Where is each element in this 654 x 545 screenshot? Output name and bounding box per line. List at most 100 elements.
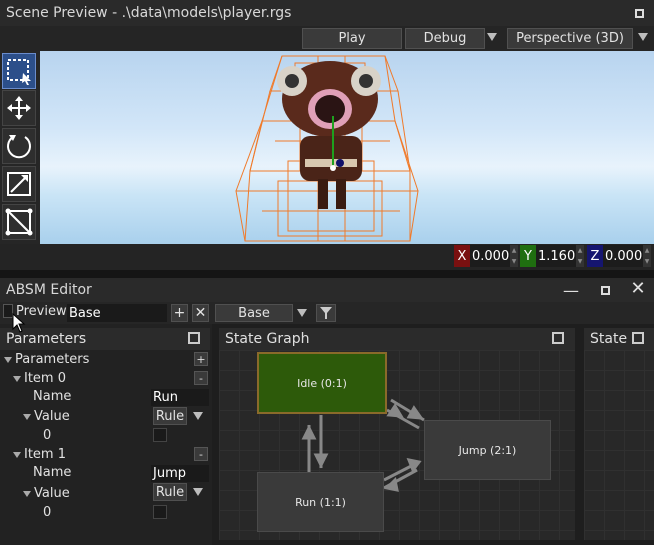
filter-icon <box>320 307 332 319</box>
absm-titlebar: ABSM Editor <box>0 278 654 302</box>
preview-model-field[interactable]: Base <box>67 304 167 322</box>
character-model <box>235 55 419 242</box>
coord-z: Z 0.000 ▲ ▼ <box>587 245 651 267</box>
item-1-value: 0 <box>43 505 52 520</box>
item-1-value-checkbox[interactable] <box>153 505 167 519</box>
select-tool-button[interactable] <box>2 53 36 89</box>
item-1-type-label: Rule <box>155 484 185 500</box>
select-icon <box>7 59 31 85</box>
minimize-button[interactable]: — <box>562 280 580 300</box>
item-0-type-dropdown[interactable] <box>193 412 203 420</box>
scene-preview-title: Scene Preview - .\data\models\player.rgs <box>6 5 292 21</box>
chevron-down-icon <box>193 488 203 496</box>
state-node-run[interactable]: Run (1:1) <box>257 472 384 532</box>
item-1-value-label: Value <box>34 486 70 501</box>
item-0-type-select[interactable]: Rule <box>153 407 187 425</box>
filter-button[interactable] <box>316 304 336 322</box>
state-graph-title: State Graph <box>225 331 310 347</box>
y-spinner[interactable]: ▲ ▼ <box>576 245 584 267</box>
state-panel-canvas[interactable] <box>584 350 654 540</box>
layer-select[interactable]: Base <box>215 304 293 322</box>
item-0-name-field[interactable]: Run <box>151 389 209 406</box>
item-0-label: Item 0 <box>24 371 66 386</box>
camera-mode-select[interactable]: Perspective (3D) <box>507 28 633 49</box>
parameters-panel-title: Parameters <box>6 331 87 347</box>
item-1-type-dropdown[interactable] <box>193 488 203 496</box>
play-button[interactable]: Play <box>302 28 402 49</box>
item-0-value-label: Value <box>34 409 70 424</box>
panel-dock-icon[interactable] <box>552 332 564 344</box>
layer-dropdown[interactable] <box>297 309 307 317</box>
state-node-jump-label: Jump (2:1) <box>458 443 517 457</box>
state-node-idle[interactable]: Idle (0:1) <box>257 352 387 414</box>
chevron-down-icon <box>193 412 203 420</box>
minus-icon: - <box>199 371 203 385</box>
x-axis-label: X <box>454 245 470 267</box>
z-axis-label: Z <box>587 245 603 267</box>
debug-button[interactable]: Debug <box>405 28 485 49</box>
panel-dock-icon[interactable] <box>632 332 644 344</box>
play-label: Play <box>338 31 366 46</box>
item-0-name-label: Name <box>33 389 72 404</box>
minimize-icon: — <box>563 280 579 300</box>
mouse-cursor-icon <box>12 313 26 333</box>
layer-select-label: Base <box>238 305 270 321</box>
remove-item-1-button[interactable]: - <box>194 447 208 461</box>
state-node-run-label: Run (1:1) <box>295 495 346 509</box>
y-value-field[interactable]: 1.160 <box>536 245 576 267</box>
rotate-tool-button[interactable] <box>2 128 36 164</box>
move-tool-button[interactable] <box>2 90 36 126</box>
item-0-type-label: Rule <box>155 408 185 424</box>
chevron-down-icon <box>487 33 497 41</box>
maximize-button[interactable] <box>630 4 648 22</box>
maximize-absm-button[interactable] <box>596 281 614 299</box>
camera-mode-label: Perspective (3D) <box>516 31 624 46</box>
state-graph-canvas[interactable]: Idle (0:1) Run (1:1) Jump (2:1) <box>219 350 575 540</box>
debug-label: Debug <box>423 31 467 46</box>
chevron-down-icon <box>297 309 307 317</box>
add-layer-button[interactable]: + <box>171 304 188 322</box>
x-value-field[interactable]: 0.000 <box>470 245 510 267</box>
parameters-panel-header: Parameters <box>0 328 210 350</box>
z-spinner[interactable]: ▲ ▼ <box>643 245 651 267</box>
state-graph-header: State Graph <box>219 328 575 350</box>
add-parameter-button[interactable]: + <box>194 352 208 366</box>
coord-x: X 0.000 ▲ ▼ <box>454 245 518 267</box>
scene-viewport[interactable] <box>0 51 654 244</box>
item-0-value: 0 <box>43 428 52 443</box>
coord-y: Y 1.160 ▲ ▼ <box>520 245 584 267</box>
minus-icon: - <box>199 447 203 461</box>
state-node-jump[interactable]: Jump (2:1) <box>424 420 551 480</box>
parameter-item-0[interactable]: Item 0 <box>13 371 66 386</box>
remove-item-0-button[interactable]: - <box>194 371 208 385</box>
debug-dropdown-button[interactable] <box>487 33 497 41</box>
scene-preview-titlebar: Scene Preview - .\data\models\player.rgs <box>0 0 654 26</box>
camera-mode-dropdown[interactable] <box>638 33 648 41</box>
item-0-value-row[interactable]: Value <box>23 409 70 424</box>
z-value-field[interactable]: 0.000 <box>603 245 643 267</box>
parameters-root-label: Parameters <box>15 352 90 367</box>
plus-icon: + <box>173 305 186 321</box>
navmesh-icon <box>5 208 33 236</box>
navmesh-tool-button[interactable] <box>2 204 36 240</box>
x-spinner[interactable]: ▲ ▼ <box>510 245 518 267</box>
item-1-name-label: Name <box>33 465 72 480</box>
parameters-root[interactable]: Parameters <box>4 352 89 367</box>
panel-dock-icon[interactable] <box>188 332 200 344</box>
item-1-value-row[interactable]: Value <box>23 486 70 501</box>
maximize-icon <box>634 8 644 18</box>
close-button[interactable]: ✕ <box>629 277 647 299</box>
window-divider[interactable] <box>0 270 654 278</box>
scale-tool-button[interactable] <box>2 166 36 202</box>
chevron-down-icon <box>638 33 648 41</box>
close-icon: ✕ <box>194 305 207 321</box>
state-node-idle-label: Idle (0:1) <box>297 376 347 390</box>
parameter-item-1[interactable]: Item 1 <box>13 447 66 462</box>
item-1-name-field[interactable]: Jump <box>151 465 209 482</box>
close-icon: ✕ <box>630 277 646 299</box>
item-0-value-checkbox[interactable] <box>153 428 167 442</box>
plus-icon: + <box>196 352 206 366</box>
remove-layer-button[interactable]: ✕ <box>192 304 209 322</box>
scale-icon <box>7 172 31 196</box>
item-1-type-select[interactable]: Rule <box>153 483 187 501</box>
